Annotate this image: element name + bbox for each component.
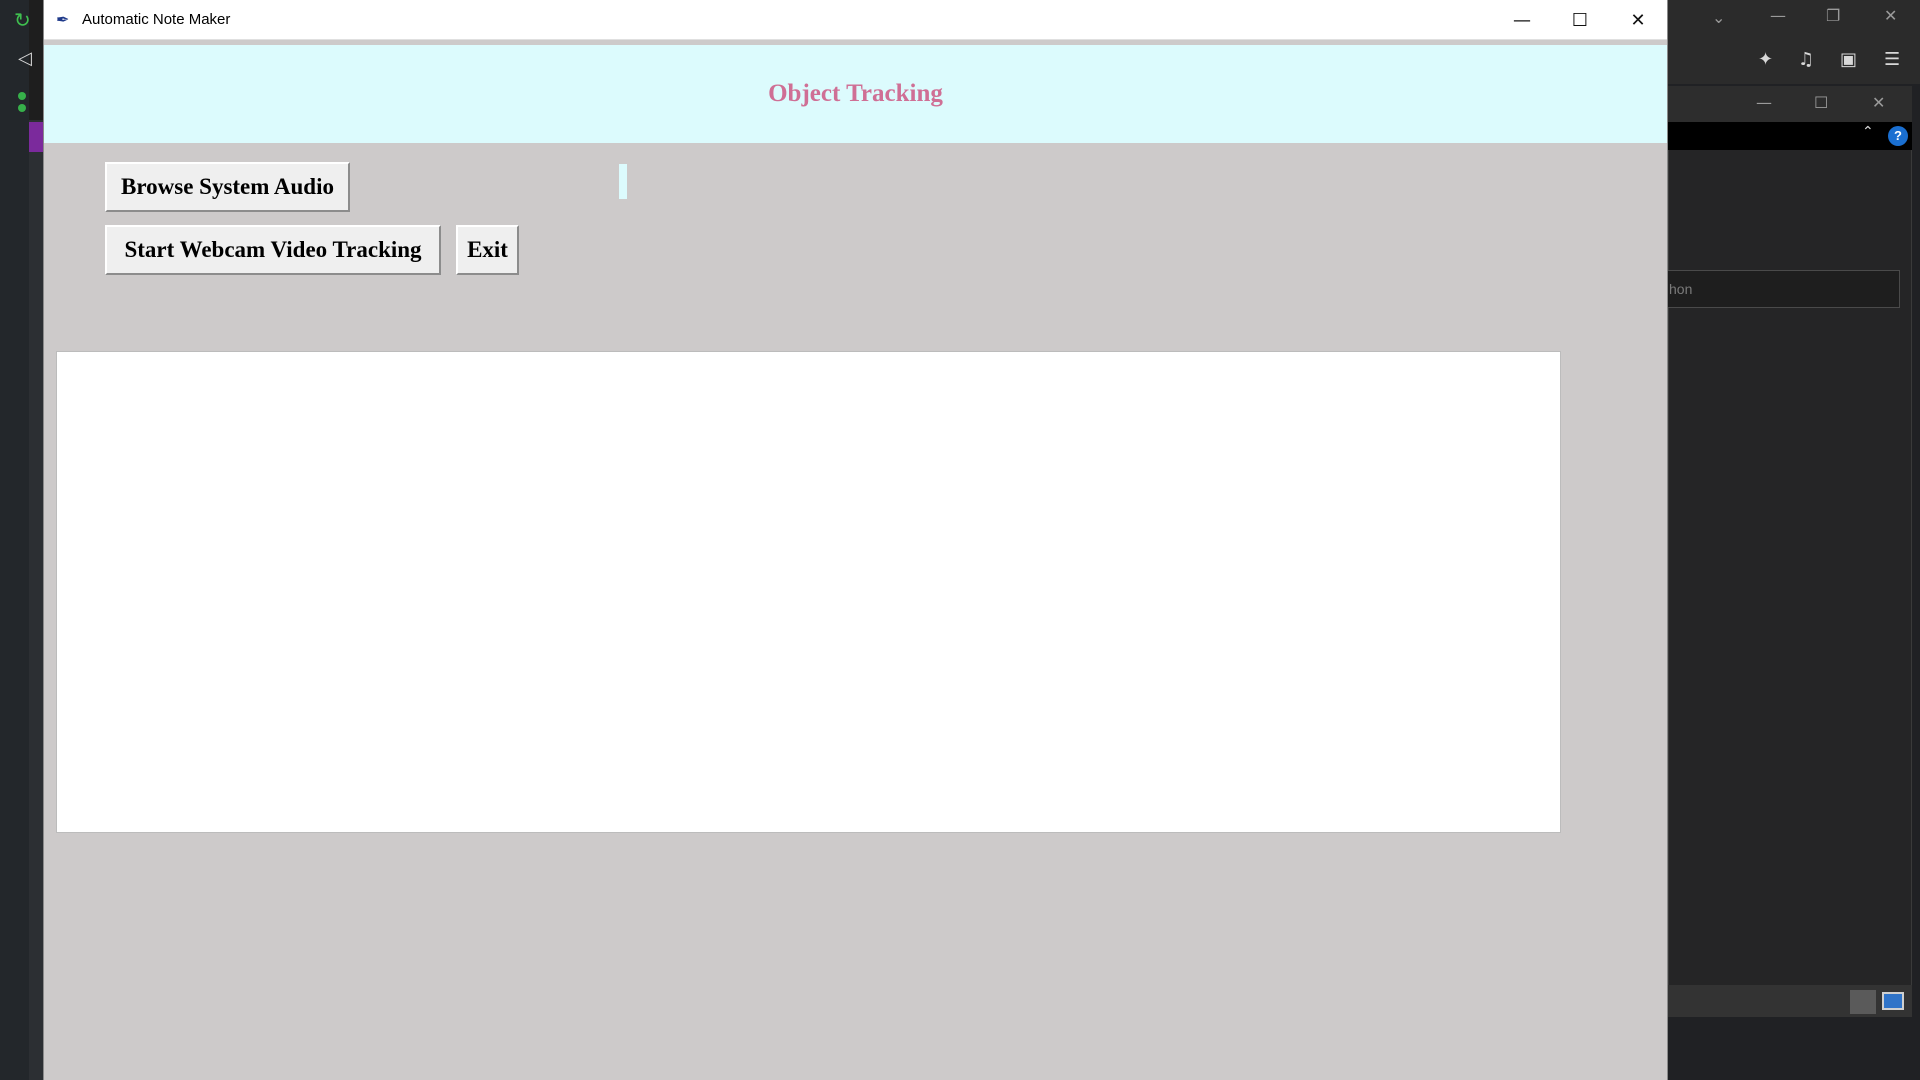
status-dot-icon <box>18 104 26 112</box>
close-icon[interactable]: ✕ <box>1872 93 1885 112</box>
background-left-panel <box>29 120 43 1080</box>
output-text-area[interactable] <box>56 351 1561 833</box>
text-cursor <box>619 164 627 199</box>
start-webcam-tracking-button[interactable]: Start Webcam Video Tracking <box>105 225 441 275</box>
chevron-down-icon[interactable]: ⌄ <box>1712 8 1725 27</box>
feather-icon: ✒ <box>56 10 70 29</box>
window-titlebar[interactable]: ✒ Automatic Note Maker — ☐ ✕ <box>44 0 1667 40</box>
menu-icon[interactable]: ☰ <box>1884 49 1900 70</box>
chevron-up-icon[interactable]: ⌃ <box>1862 124 1874 140</box>
media-icon[interactable]: ♫ <box>1798 49 1814 70</box>
minimize-button[interactable]: — <box>1493 0 1551 40</box>
background-right-window <box>1668 86 1912 1016</box>
minimize-icon[interactable]: — <box>1756 93 1772 112</box>
window-title: Automatic Note Maker <box>82 11 231 28</box>
close-icon[interactable]: ✕ <box>1884 6 1897 25</box>
status-dot-icon <box>18 92 26 100</box>
maximize-button[interactable]: ☐ <box>1551 0 1609 40</box>
minimize-icon[interactable]: — <box>1770 6 1786 25</box>
background-right-bar <box>1668 122 1912 150</box>
restore-icon[interactable]: ❐ <box>1826 6 1840 25</box>
window-controls: — ☐ ✕ <box>1493 0 1667 40</box>
header-banner: Object Tracking <box>44 45 1667 143</box>
background-left-accent <box>29 122 43 152</box>
app-window: ✒ Automatic Note Maker — ☐ ✕ Object Trac… <box>43 0 1668 1080</box>
back-icon[interactable]: ◁ <box>18 48 32 69</box>
extensions-icon[interactable]: ✦ <box>1758 49 1773 70</box>
wallet-icon[interactable]: ▣ <box>1840 49 1857 70</box>
browse-system-audio-button[interactable]: Browse System Audio <box>105 162 350 212</box>
background-left-app <box>0 0 29 1080</box>
background-right-toolbar <box>1668 40 1920 84</box>
help-icon[interactable]: ? <box>1888 126 1908 146</box>
exit-button[interactable]: Exit <box>456 225 519 275</box>
close-button[interactable]: ✕ <box>1609 0 1667 40</box>
page-title: Object Tracking <box>768 80 943 107</box>
app-logo-icon: ↻ <box>14 8 31 32</box>
background-right-titlebar <box>1668 0 1920 40</box>
grip-icon[interactable] <box>1850 990 1876 1014</box>
window-icon[interactable] <box>1882 992 1904 1010</box>
maximize-icon[interactable]: ☐ <box>1814 93 1828 112</box>
background-search-input[interactable]: hon <box>1660 270 1900 308</box>
